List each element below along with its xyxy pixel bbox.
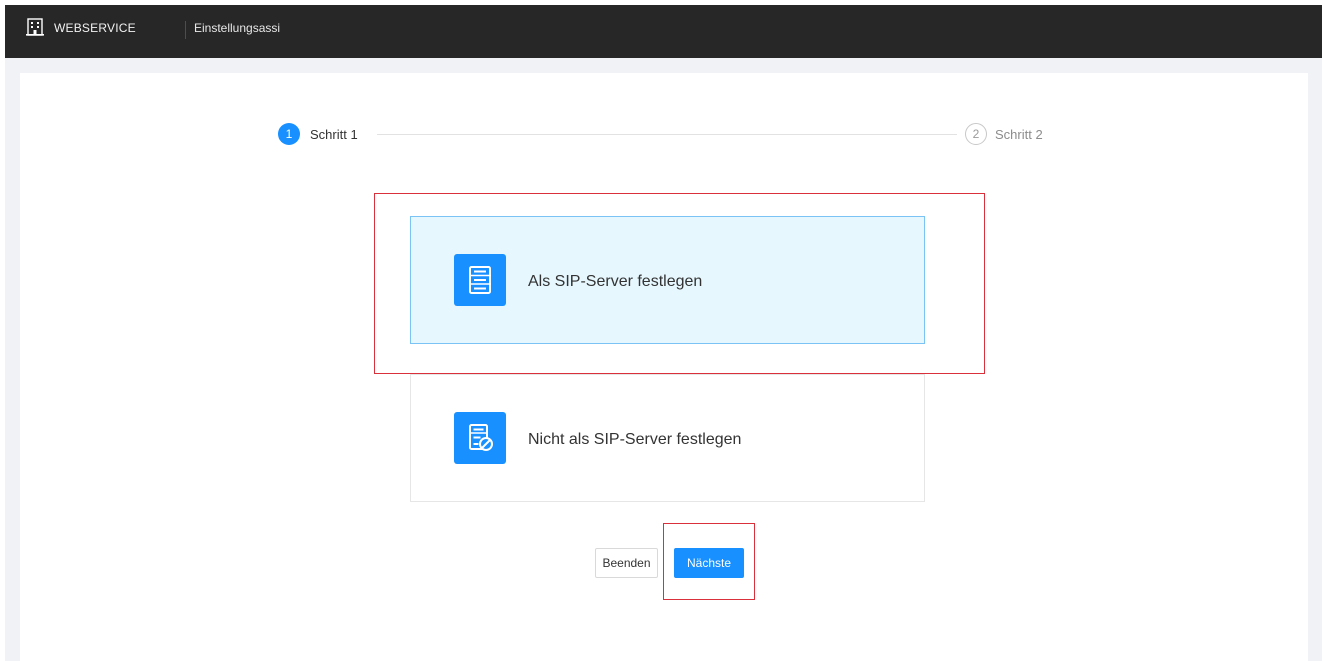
next-button[interactable]: Nächste [674,548,744,578]
step-1-indicator: 1 [278,123,300,145]
nav-title[interactable]: Einstellungsassi [194,21,280,35]
option-label: Nicht als SIP-Server festlegen [528,431,742,448]
app-frame: WEBSERVICE Einstellungsassi 1 Schritt 1 … [5,5,1322,661]
step-2-label: Schritt 2 [995,127,1043,142]
option-not-sip-server[interactable]: Nicht als SIP-Server festlegen [410,374,925,502]
step-connector [377,134,957,135]
wizard-card: 1 Schritt 1 2 Schritt 2 Als SIP-Server f… [20,73,1308,661]
server-icon [454,254,506,306]
brand-name: WEBSERVICE [54,21,136,35]
building-icon [25,17,45,37]
top-bar: WEBSERVICE Einstellungsassi [5,5,1322,58]
option-label: Als SIP-Server festlegen [528,273,703,290]
server-disabled-icon [454,412,506,464]
finish-button[interactable]: Beenden [595,548,658,578]
option-set-as-sip-server[interactable]: Als SIP-Server festlegen [410,216,925,344]
step-1-label: Schritt 1 [310,127,358,142]
step-2-indicator: 2 [965,123,987,145]
header-divider [185,21,186,39]
